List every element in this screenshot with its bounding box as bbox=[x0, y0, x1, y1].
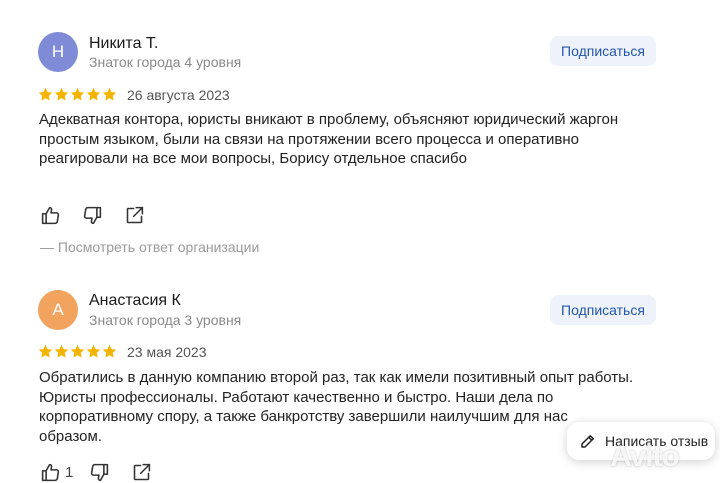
star-icon bbox=[70, 87, 85, 101]
like-count: 1 bbox=[65, 463, 74, 481]
dislike-button[interactable] bbox=[89, 461, 111, 483]
subscribe-button[interactable]: Подписаться bbox=[550, 295, 656, 325]
star-icon bbox=[38, 344, 53, 358]
avito-watermark: Avito bbox=[610, 440, 680, 473]
star-icon bbox=[86, 87, 101, 101]
author-name[interactable]: Никита Т. bbox=[89, 35, 158, 53]
share-icon bbox=[134, 463, 151, 480]
review-text-line: Адекватная контора, юристы вникают в про… bbox=[39, 111, 619, 128]
dislike-button[interactable] bbox=[82, 204, 104, 226]
star-icon bbox=[38, 87, 53, 101]
pencil-icon bbox=[581, 435, 594, 448]
star-icon bbox=[86, 344, 101, 358]
review-text-line: образом. bbox=[39, 427, 102, 445]
review-text: Обратились в данную компанию второй раз,… bbox=[39, 368, 659, 446]
thumbs-down-icon bbox=[83, 206, 102, 224]
avatar-initial: А bbox=[52, 300, 64, 319]
thumbs-up-icon bbox=[41, 463, 60, 481]
avatar-initial: Н bbox=[51, 42, 65, 61]
review-date: 26 августа 2023 bbox=[127, 87, 230, 103]
review-text-line: Обратились в данную компанию второй раз,… bbox=[39, 369, 634, 386]
share-button[interactable] bbox=[131, 461, 153, 483]
star-icon bbox=[54, 344, 69, 358]
review-text-line: простым языком, были на связи на протяже… bbox=[39, 130, 580, 148]
avatar[interactable]: Н bbox=[38, 32, 78, 72]
share-icon bbox=[126, 206, 144, 223]
avatar[interactable]: А bbox=[38, 290, 78, 330]
review-date: 23 мая 2023 bbox=[127, 344, 207, 360]
share-button[interactable] bbox=[124, 204, 146, 226]
review-text-line: реагировали на все мои вопросы, Борису о… bbox=[39, 150, 467, 167]
review-actions: 1 bbox=[40, 461, 173, 483]
star-icon bbox=[70, 344, 85, 358]
like-button[interactable] bbox=[40, 204, 62, 226]
thumbs-down-icon bbox=[91, 463, 109, 481]
rating-stars bbox=[38, 344, 117, 359]
rating-stars bbox=[38, 87, 117, 102]
review-text: Адекватная контора, юристы вникают в про… bbox=[39, 110, 659, 169]
author-name[interactable]: Анастасия К bbox=[89, 292, 181, 310]
review-text-line: корпоративному спору, а также банкротств… bbox=[39, 408, 568, 425]
subscribe-button[interactable]: Подписаться bbox=[550, 36, 656, 66]
review-actions bbox=[40, 204, 166, 226]
review-text-line: Юристы профессионалы. Работают качествен… bbox=[39, 388, 554, 406]
view-org-reply-link[interactable]: — Посмотреть ответ организации bbox=[40, 239, 259, 255]
star-icon bbox=[54, 87, 69, 101]
author-level: Знаток города 4 уровня bbox=[89, 54, 242, 70]
like-button[interactable]: 1 bbox=[40, 461, 73, 483]
author-level: Знаток города 3 уровня bbox=[89, 312, 242, 328]
thumbs-up-icon bbox=[41, 206, 60, 224]
star-icon bbox=[102, 344, 117, 358]
star-icon bbox=[102, 87, 117, 101]
